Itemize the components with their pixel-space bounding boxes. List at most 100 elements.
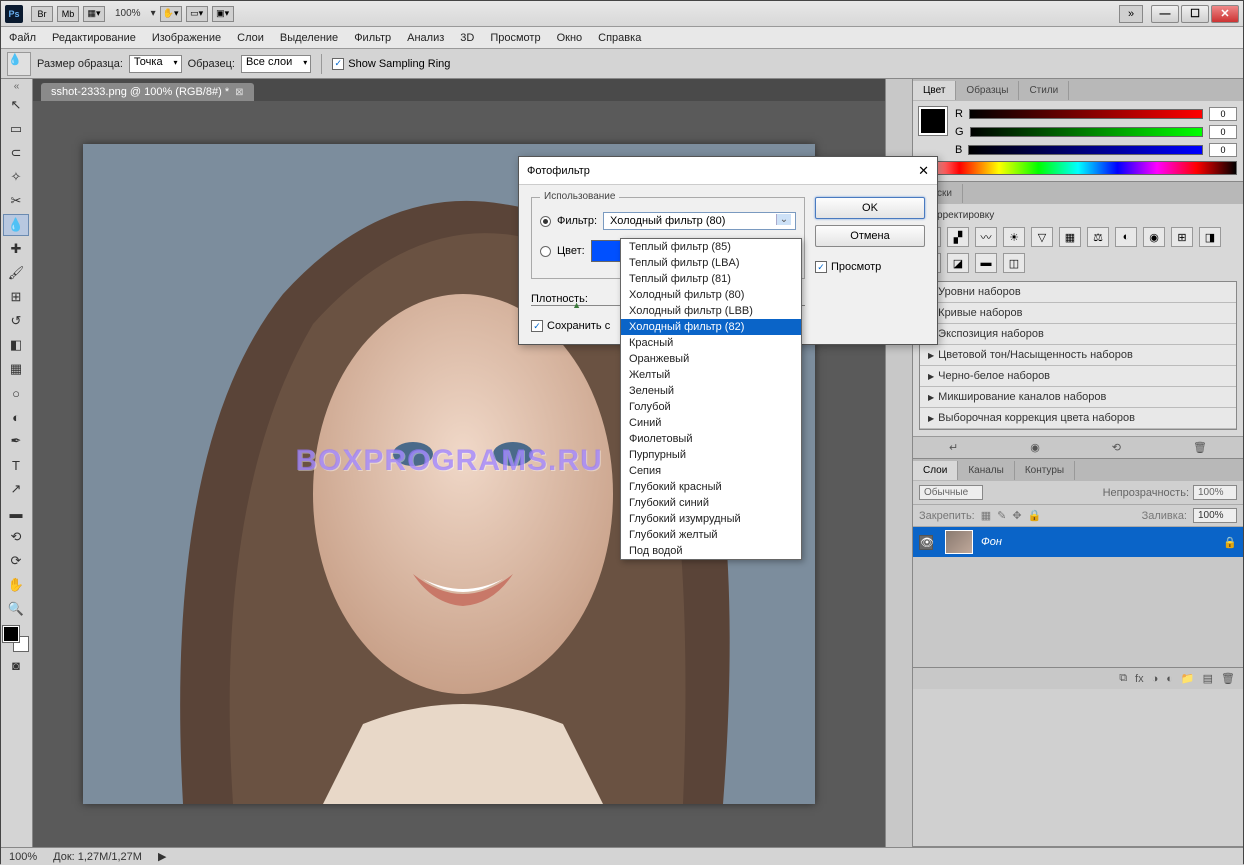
tab-paths[interactable]: Контуры [1015, 461, 1075, 480]
minibridge-icon[interactable]: Mb [57, 6, 79, 22]
crop-tool-icon[interactable]: ✂ [3, 190, 29, 212]
document-tab-close-icon[interactable]: ⊠ [235, 87, 243, 98]
new-layer-icon[interactable]: ▤ [1203, 672, 1213, 685]
preview-checkbox[interactable]: ✓ [815, 261, 827, 273]
adj-delete-icon[interactable]: 🗑 [1193, 441, 1207, 454]
status-zoom[interactable]: 100% [9, 851, 37, 863]
type-tool-icon[interactable]: T [3, 454, 29, 476]
fill-input[interactable]: 100% [1193, 508, 1237, 523]
sample-select[interactable]: Все слои [241, 55, 311, 73]
tab-styles[interactable]: Стили [1019, 81, 1069, 100]
dropdown-item[interactable]: Глубокий синий [621, 495, 801, 511]
tab-swatches[interactable]: Образцы [956, 81, 1019, 100]
channelmix-icon[interactable]: ⊞ [1171, 227, 1193, 247]
adj-layer-icon[interactable]: ◐ [1166, 673, 1173, 685]
g-slider[interactable] [970, 127, 1203, 137]
gradient-tool-icon[interactable]: ▦ [3, 358, 29, 380]
cancel-button[interactable]: Отмена [815, 225, 925, 247]
history-brush-tool-icon[interactable]: ↺ [3, 310, 29, 332]
dropdown-item[interactable]: Холодный фильтр (80) [621, 287, 801, 303]
dropdown-item[interactable]: Теплый фильтр (85) [621, 239, 801, 255]
bridge-icon[interactable]: Br [31, 6, 53, 22]
lock-paint-icon[interactable]: ✎ [997, 509, 1006, 522]
bw-icon[interactable]: ◐ [1115, 227, 1137, 247]
dropdown-item[interactable]: Глубокий изумрудный [621, 511, 801, 527]
minimize-button[interactable]: — [1151, 5, 1179, 23]
dropdown-item[interactable]: Холодный фильтр (LBB) [621, 303, 801, 319]
preserve-checkbox[interactable]: ✓ [531, 320, 543, 332]
dialog-close-icon[interactable]: ✕ [918, 163, 929, 179]
arrange-icon[interactable]: ▭▾ [186, 6, 208, 22]
eraser-tool-icon[interactable]: ◧ [3, 334, 29, 356]
opacity-input[interactable]: 100% [1193, 485, 1237, 500]
quickmask-icon[interactable]: ◙ [3, 654, 29, 676]
menu-help[interactable]: Справка [598, 32, 641, 44]
dropdown-item[interactable]: Под водой [621, 543, 801, 559]
menu-file[interactable]: Файл [9, 32, 36, 44]
sample-size-select[interactable]: Точка [129, 55, 182, 73]
path-tool-icon[interactable]: ↗ [3, 478, 29, 500]
dropdown-item[interactable]: Голубой [621, 399, 801, 415]
curves-icon[interactable]: 〰 [975, 227, 997, 247]
tab-channels[interactable]: Каналы [958, 461, 1015, 480]
dropdown-item[interactable]: Сепия [621, 463, 801, 479]
dropdown-item[interactable]: Теплый фильтр (LBA) [621, 255, 801, 271]
balance-icon[interactable]: ⚖ [1087, 227, 1109, 247]
dropdown-item[interactable]: Фиолетовый [621, 431, 801, 447]
fx-icon[interactable]: fx [1135, 673, 1144, 685]
preset-row[interactable]: ▶Черно-белое наборов [920, 366, 1236, 387]
menu-analysis[interactable]: Анализ [407, 32, 444, 44]
menu-window[interactable]: Окно [557, 32, 583, 44]
dropdown-item[interactable]: Холодный фильтр (82) [621, 319, 801, 335]
dropdown-item[interactable]: Пурпурный [621, 447, 801, 463]
color-swatches[interactable] [3, 626, 29, 652]
gradientmap-icon[interactable]: ▬ [975, 253, 997, 273]
dropdown-item[interactable]: Глубокий желтый [621, 527, 801, 543]
color-radio[interactable] [540, 246, 551, 257]
invert-icon[interactable]: ◨ [1199, 227, 1221, 247]
exposure-icon[interactable]: ☀ [1003, 227, 1025, 247]
vibrance-icon[interactable]: ▽ [1031, 227, 1053, 247]
dropdown-item[interactable]: Желтый [621, 367, 801, 383]
mask-icon[interactable]: ◑ [1152, 673, 1159, 685]
adj-view-icon[interactable]: ◉ [1030, 441, 1040, 454]
dropdown-item[interactable]: Теплый фильтр (81) [621, 271, 801, 287]
b-value[interactable]: 0 [1209, 143, 1237, 157]
lock-all-icon[interactable]: 🔒 [1028, 509, 1042, 522]
panel-fg-color[interactable] [919, 107, 947, 135]
menu-image[interactable]: Изображение [152, 32, 221, 44]
layer-thumbnail[interactable] [945, 530, 973, 554]
stamp-tool-icon[interactable]: ⊞ [3, 286, 29, 308]
layer-row[interactable]: 👁 Фон 🔒 [913, 527, 1243, 557]
3d-camera-tool-icon[interactable]: ⟳ [3, 550, 29, 572]
eyedropper-tool-icon[interactable]: 💧 [3, 214, 29, 236]
blend-mode-select[interactable]: Обычные [919, 485, 983, 500]
shape-tool-icon[interactable]: ▬ [3, 502, 29, 524]
ok-button[interactable]: OK [815, 197, 925, 219]
dialog-titlebar[interactable]: Фотофильтр ✕ [519, 157, 937, 185]
adj-reset-icon[interactable]: ⟲ [1112, 441, 1121, 454]
group-icon[interactable]: 📁 [1181, 672, 1195, 685]
preset-row[interactable]: ▶Уровни наборов [920, 282, 1236, 303]
r-value[interactable]: 0 [1209, 107, 1237, 121]
preset-row[interactable]: ▶Микширование каналов наборов [920, 387, 1236, 408]
blur-tool-icon[interactable]: ○ [3, 382, 29, 404]
menu-layers[interactable]: Слои [237, 32, 264, 44]
dropdown-item[interactable]: Зеленый [621, 383, 801, 399]
preset-row[interactable]: ▶Цветовой тон/Насыщенность наборов [920, 345, 1236, 366]
menu-view[interactable]: Просмотр [490, 32, 540, 44]
hand-tool-icon[interactable]: ✋ [3, 574, 29, 596]
preset-row[interactable]: ▶Экспозиция наборов [920, 324, 1236, 345]
dropdown-item[interactable]: Красный [621, 335, 801, 351]
link-icon[interactable]: ⧉ [1119, 672, 1127, 685]
show-sampling-ring-checkbox[interactable]: ✓ Show Sampling Ring [332, 58, 450, 70]
hue-icon[interactable]: ▦ [1059, 227, 1081, 247]
r-slider[interactable] [969, 109, 1203, 119]
adj-clip-icon[interactable]: ↵ [949, 441, 958, 454]
photofilter-icon[interactable]: ◉ [1143, 227, 1165, 247]
dropdown-item[interactable]: Глубокий красный [621, 479, 801, 495]
menu-edit[interactable]: Редактирование [52, 32, 136, 44]
brush-tool-icon[interactable]: 🖌 [3, 262, 29, 284]
preset-row[interactable]: ▶Выборочная коррекция цвета наборов [920, 408, 1236, 429]
zoom-tool-icon[interactable]: 🔍 [3, 598, 29, 620]
